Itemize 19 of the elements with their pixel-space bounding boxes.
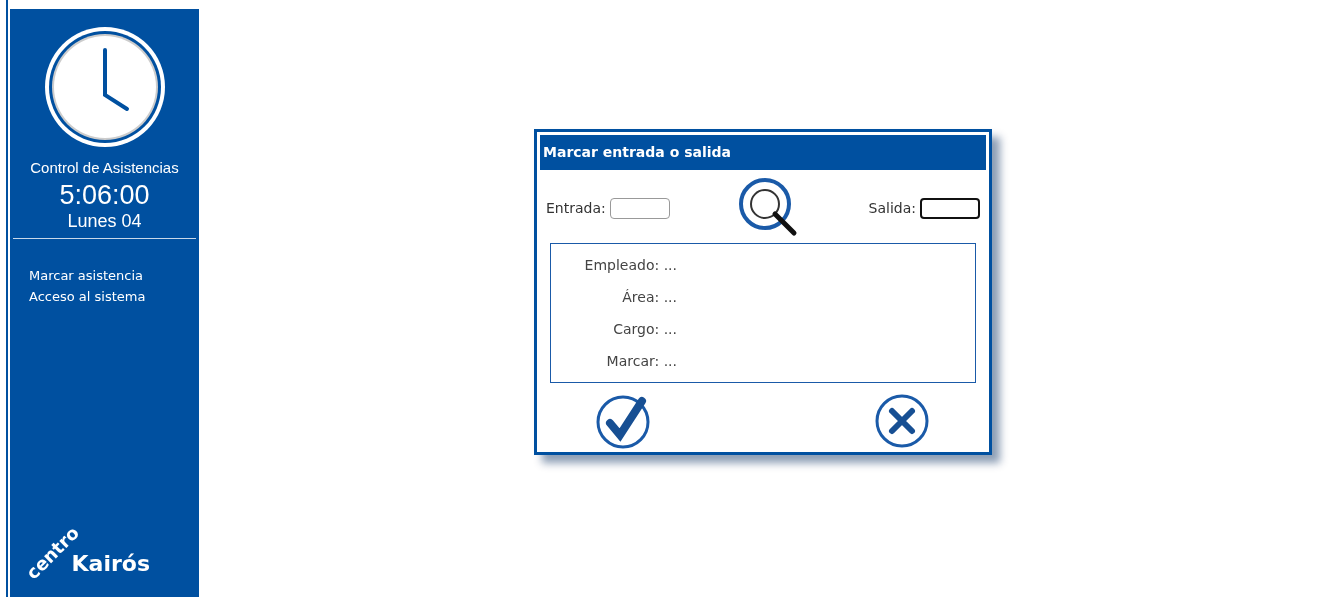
dialog-title: Marcar entrada o salida — [540, 135, 986, 170]
input-field[interactable] — [920, 197, 980, 219]
confirm-button[interactable] — [596, 393, 652, 449]
input-field[interactable] — [609, 197, 670, 219]
field-label: Salida: — [868, 198, 916, 218]
field-label: Entrada: — [546, 198, 606, 218]
close-icon — [874, 393, 930, 449]
info-line: Empleado: ... — [583, 255, 677, 275]
date-text: Lunes 04 — [66, 209, 143, 232]
cancel-button[interactable] — [874, 393, 930, 449]
check-icon — [596, 393, 652, 449]
clock-time: 5:06:00 — [58, 179, 151, 210]
clock-icon — [42, 25, 167, 149]
menu-link[interactable]: Acceso al sistema — [29, 285, 180, 307]
sidebar-title: Control de Asistencias — [29, 158, 180, 178]
info-line: Marcar: ... — [605, 351, 677, 371]
info-line: Cargo: ... — [612, 319, 677, 339]
info-line: Área: ... — [621, 287, 677, 307]
menu-link[interactable]: Marcar asistencia — [29, 264, 180, 286]
